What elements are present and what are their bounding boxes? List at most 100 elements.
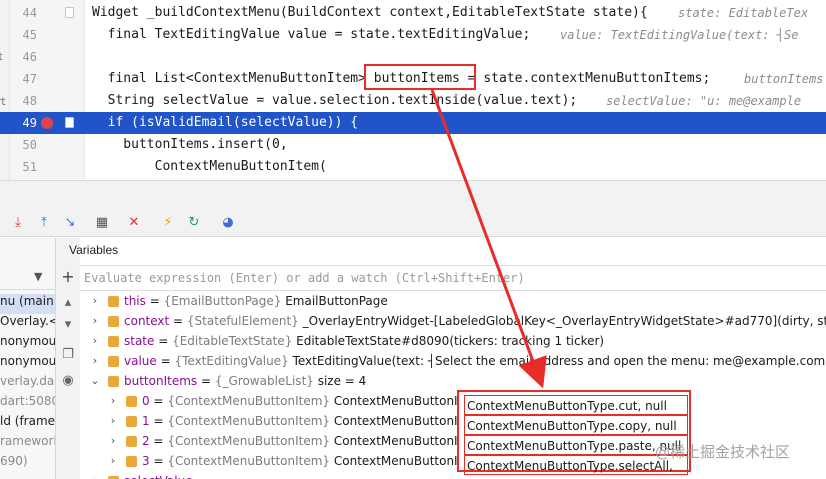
code-line-49[interactable]: 49 if (isValidEmail(selectValue)) {	[0, 112, 826, 134]
line-number: 45	[22, 28, 37, 42]
hot-restart-icon[interactable]: ↻	[186, 215, 202, 231]
chevron-right-icon[interactable]: ›	[90, 354, 100, 367]
variable-text: 2 = {ContextMenuButtonItem} ContextMenuB…	[142, 434, 481, 448]
code-text: if (isValidEmail(selectValue)) {	[92, 115, 359, 130]
variable-name: state	[124, 334, 155, 348]
variable-row[interactable]: › state = {EditableTextState} EditableTex…	[80, 332, 826, 352]
chevron-right-icon[interactable]: ›	[108, 414, 118, 427]
step-over-icon[interactable]: ⤓	[10, 215, 26, 231]
variable-value: TextEditingValue(text: ┤Select the email…	[288, 354, 826, 368]
line-number: 44	[22, 6, 37, 20]
frame-item[interactable]: dart:5080)	[0, 394, 55, 414]
variable-type: {TextEditingValue}	[174, 354, 289, 368]
chevron-right-icon[interactable]: ›	[90, 314, 100, 327]
frame-item[interactable]: nonymous	[0, 354, 55, 374]
step-out-icon[interactable]: ↘	[62, 215, 78, 231]
chevron-right-icon[interactable]: ›	[90, 334, 100, 347]
variable-equals: =	[149, 454, 168, 468]
variable-text: value = {TextEditingValue} TextEditingVa…	[124, 354, 826, 368]
variable-type: {_GrowableList}	[214, 374, 314, 388]
chevron-down-icon[interactable]: ⌄	[90, 374, 100, 387]
code-line-50[interactable]: 50 buttonItems.insert(0,	[0, 134, 826, 156]
variable-text: buttonItems = {_GrowableList} size = 4	[124, 374, 366, 388]
debug-toolbar: ⤓ ⤒ ↘ ▦ ✕ ⚡ ↻ ◕	[0, 180, 826, 237]
code-text: final TextEditingValue value = state.tex…	[92, 27, 531, 42]
variable-name: 2	[142, 434, 150, 448]
variable-text: this = {EmailButtonPage} EmailButtonPage	[124, 294, 388, 308]
frames-panel: ▼ nu (main.daOverlay.<anonymousnonymousv…	[0, 238, 56, 479]
evaluate-icon[interactable]: ▦	[94, 215, 110, 231]
variable-equals: =	[145, 294, 164, 308]
evaluate-bar	[80, 265, 826, 291]
breakpoint-icon[interactable]	[41, 117, 53, 129]
frame-item[interactable]: 690)	[0, 454, 55, 474]
field-icon	[108, 376, 119, 387]
code-line-44[interactable]: 44 Widget _buildContextMenu(BuildContext …	[0, 2, 826, 24]
frame-item[interactable]: ramework	[0, 434, 55, 454]
chevron-right-icon[interactable]: ›	[90, 474, 100, 479]
chevron-right-icon[interactable]: ›	[108, 394, 118, 407]
arrow-down-icon[interactable]: ▾	[61, 318, 75, 332]
code-line-51[interactable]: 51 ContextMenuButtonItem(	[0, 156, 826, 178]
field-icon	[108, 336, 119, 347]
variable-type: {ContextMenuButtonItem}	[167, 434, 331, 448]
hot-reload-icon[interactable]: ⚡	[160, 215, 176, 231]
step-into-icon[interactable]: ⤒	[36, 215, 52, 231]
annotated-value: ContextMenuButtonType.copy, null	[464, 415, 688, 435]
mute-breakpoints-icon[interactable]: ✕	[126, 215, 142, 231]
view-icon[interactable]: ◉	[61, 374, 75, 388]
variable-type: {EditableTextState}	[172, 334, 293, 348]
variable-text: 3 = {ContextMenuButtonItem} ContextMenuB…	[142, 454, 481, 468]
code-text: buttonItems.insert(0,	[92, 137, 288, 152]
frame-item[interactable]: ld (framew	[0, 414, 55, 434]
variable-name: context	[124, 314, 170, 328]
variable-row[interactable]: › 0 = {ContextMenuButtonItem} ContextMenu…	[80, 392, 826, 412]
variable-row[interactable]: › value = {TextEditingValue} TextEditingV…	[80, 352, 826, 372]
line-number: 47	[22, 72, 37, 86]
annotation-box-code	[364, 64, 476, 90]
code-editor[interactable]: rt art 44Widget _buildContextMenu(BuildC…	[0, 0, 826, 180]
variable-equals: =	[156, 354, 175, 368]
fold-icon[interactable]	[65, 7, 74, 18]
frame-item[interactable]: verlay.dar	[0, 374, 55, 394]
annotated-value: ContextMenuButtonType.cut, null	[464, 395, 688, 415]
inline-value-hint: buttonItems	[744, 72, 824, 86]
variable-equals: =	[149, 414, 168, 428]
field-icon	[108, 316, 119, 327]
devtools-icon[interactable]: ◕	[220, 215, 236, 231]
code-line-48[interactable]: 48 String selectValue = value.selection.…	[0, 90, 826, 112]
line-number: 50	[22, 138, 37, 152]
variable-value: _OverlayEntryWidget-[LabeledGlobalKey<_O…	[298, 314, 826, 328]
arrow-up-icon[interactable]: ▴	[61, 296, 75, 310]
frame-item[interactable]: Overlay.<a	[0, 314, 55, 334]
variable-type: {ContextMenuButtonItem}	[167, 414, 331, 428]
add-watch-icon[interactable]: +	[61, 269, 75, 285]
frame-item[interactable]: nonymous	[0, 334, 55, 354]
inline-value-hint: state: EditableTex	[678, 6, 809, 20]
variable-equals: =	[193, 474, 206, 479]
fold-icon[interactable]	[65, 117, 74, 128]
variable-value: EmailButtonPage	[281, 294, 388, 308]
variable-type: {ContextMenuButtonItem}	[167, 454, 331, 468]
chevron-down-icon[interactable]: ▼	[34, 270, 42, 283]
variable-row[interactable]: › 1 = {ContextMenuButtonItem} ContextMenu…	[80, 412, 826, 432]
chevron-right-icon[interactable]: ›	[108, 434, 118, 447]
variable-row[interactable]: › context = {StatefulElement} _OverlayEnt…	[80, 312, 826, 332]
variable-row[interactable]: ⌄ buttonItems = {_GrowableList} size = 4	[80, 372, 826, 392]
variable-text: 1 = {ContextMenuButtonItem} ContextMenuB…	[142, 414, 481, 428]
inline-value-hint: value: TextEditingValue(text: ┤Se	[560, 28, 799, 42]
evaluate-input[interactable]	[84, 268, 822, 288]
chevron-right-icon[interactable]: ›	[108, 454, 118, 467]
frame-item[interactable]: nu (main.da	[0, 294, 55, 314]
field-icon	[108, 356, 119, 367]
code-line-45[interactable]: 45 final TextEditingValue value = state.…	[0, 24, 826, 46]
variable-text: 0 = {ContextMenuButtonItem} ContextMenuB…	[142, 394, 481, 408]
variable-row[interactable]: › selectValue =	[80, 472, 826, 479]
copy-icon[interactable]: ❐	[61, 348, 75, 362]
inline-value-hint: selectValue: "u: me@example	[606, 94, 802, 108]
thread-selector[interactable]: ▼	[0, 266, 55, 290]
line-number: 46	[22, 50, 37, 64]
variable-row[interactable]: › this = {EmailButtonPage} EmailButtonPag…	[80, 292, 826, 312]
chevron-right-icon[interactable]: ›	[90, 294, 100, 307]
variable-type: {StatefulElement}	[186, 314, 299, 328]
